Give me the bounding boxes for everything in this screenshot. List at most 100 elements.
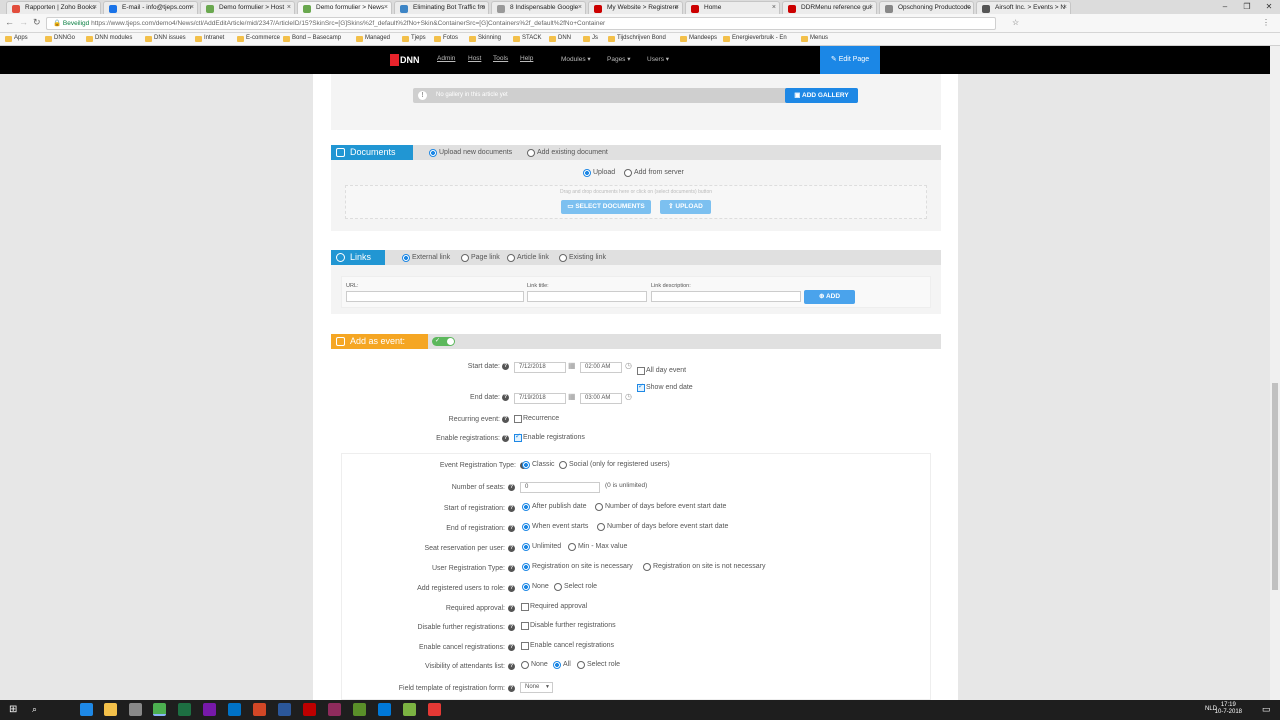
browser-tab[interactable]: Home ×	[685, 1, 780, 14]
bookmark-item[interactable]: Tijdschrijven Bond	[608, 35, 666, 42]
onenote-icon[interactable]	[203, 703, 216, 716]
disable-registrations-checkbox[interactable]: Disable further registrations	[521, 622, 616, 630]
help-icon[interactable]: ?	[508, 545, 515, 552]
powerpoint-icon[interactable]	[253, 703, 266, 716]
show-end-date-checkbox[interactable]: Show end date	[637, 383, 693, 392]
radio-role-none[interactable]: None	[522, 583, 549, 591]
nav-help[interactable]: Help	[520, 55, 533, 62]
field-template-select[interactable]: None ▼	[520, 682, 553, 693]
help-icon[interactable]: ?	[502, 416, 509, 423]
dnn-logo[interactable]: DNN	[390, 53, 424, 67]
menu-pages[interactable]: Pages ▾	[607, 55, 631, 63]
close-tab-icon[interactable]: ×	[675, 4, 679, 11]
radio-from-server[interactable]: Add from server	[624, 169, 684, 177]
close-tab-icon[interactable]: ×	[481, 4, 485, 11]
help-icon[interactable]: ?	[508, 484, 515, 491]
help-icon[interactable]: ?	[502, 435, 509, 442]
back-icon[interactable]: ←	[5, 17, 14, 27]
start-date-input[interactable]: 7/12/2018	[514, 362, 566, 373]
browser-tab[interactable]: Eliminating Bot Traffic fro ×	[394, 1, 489, 14]
close-tab-icon[interactable]: ×	[966, 4, 970, 11]
minimize-icon[interactable]: –	[1214, 0, 1236, 14]
help-icon[interactable]: ?	[508, 565, 515, 572]
enable-registrations-checkbox[interactable]: Enable registrations	[514, 433, 585, 442]
bookmark-item[interactable]: Apps	[5, 35, 28, 42]
close-tab-icon[interactable]: ×	[93, 4, 97, 11]
bookmark-item[interactable]: Skinning	[469, 35, 501, 42]
event-toggle[interactable]: ✓	[432, 337, 455, 346]
help-icon[interactable]: ?	[508, 624, 515, 631]
system-clock[interactable]: 17:19 10-7-2018	[1215, 702, 1242, 716]
browser-tab[interactable]: Demo formulier > News ×	[297, 1, 392, 14]
close-tab-icon[interactable]: ×	[869, 4, 873, 11]
nav-tools[interactable]: Tools	[493, 55, 508, 62]
help-icon[interactable]: ?	[508, 505, 515, 512]
cancel-registrations-checkbox[interactable]: Enable cancel registrations	[521, 642, 614, 650]
bookmark-item[interactable]: DNN modules	[86, 35, 132, 42]
url-input[interactable]	[346, 291, 524, 302]
radio-visibility-all[interactable]: All	[553, 661, 571, 669]
radio-classic[interactable]: Classic	[522, 461, 555, 469]
browser-tab[interactable]: Airsoft Inc. > Events > N ×	[976, 1, 1071, 14]
edit-page-button[interactable]: ✎ Edit Page	[820, 46, 880, 74]
help-icon[interactable]: ?	[508, 585, 515, 592]
vscode-icon[interactable]	[378, 703, 391, 716]
bookmark-item[interactable]: Fotos	[434, 35, 458, 42]
close-tab-icon[interactable]: ×	[578, 4, 582, 11]
select-documents-button[interactable]: ▭ SELECT DOCUMENTS	[561, 200, 651, 214]
chrome-icon[interactable]	[153, 703, 166, 716]
required-approval-checkbox[interactable]: Required approval	[521, 603, 587, 611]
seats-input[interactable]: 0	[520, 482, 600, 493]
bookmark-item[interactable]: STACK	[513, 35, 542, 42]
close-tab-icon[interactable]: ×	[772, 4, 776, 11]
store-icon[interactable]	[129, 703, 142, 716]
browser-tab[interactable]: DDRMenu reference gui ×	[782, 1, 877, 14]
menu-icon[interactable]: ⋮	[1262, 18, 1270, 27]
recorder-icon[interactable]	[428, 703, 441, 716]
word-icon[interactable]	[278, 703, 291, 716]
calendar-picker-icon[interactable]: ▦	[568, 361, 576, 370]
radio-existing-link[interactable]: Existing link	[559, 254, 606, 262]
end-date-input[interactable]: 7/19/2018	[514, 393, 566, 404]
search-icon[interactable]: ⌕	[32, 704, 37, 715]
bookmark-item[interactable]: Menus	[801, 35, 828, 42]
add-gallery-button[interactable]: ▣ ADD GALLERY	[785, 88, 858, 103]
bookmark-item[interactable]: Js	[583, 35, 598, 42]
maximize-icon[interactable]: ❐	[1236, 0, 1258, 14]
clock-icon[interactable]: ◷	[625, 392, 632, 401]
radio-start-days-before[interactable]: Number of days before event start date	[595, 503, 726, 511]
browser-tab[interactable]: Opschoning Productcode ×	[879, 1, 974, 14]
add-link-button[interactable]: ⊕ ADD	[804, 290, 855, 304]
bookmark-item[interactable]: Managed	[356, 35, 390, 42]
help-icon[interactable]: ?	[502, 394, 509, 401]
bookmark-item[interactable]: Tjeps	[402, 35, 426, 42]
link-title-input[interactable]	[527, 291, 647, 302]
address-bar[interactable]: 🔒 Beveiligd https://www.tjeps.com/demo4/…	[46, 17, 996, 30]
forward-icon[interactable]: →	[19, 17, 28, 27]
radio-unlimited[interactable]: Unlimited	[522, 543, 561, 551]
bookmark-item[interactable]: Intranet	[195, 35, 224, 42]
help-icon[interactable]: ?	[508, 663, 515, 670]
start-time-input[interactable]: 02:00 AM	[580, 362, 622, 373]
bookmark-item[interactable]: DNN issues	[145, 35, 186, 42]
link-description-input[interactable]	[651, 291, 801, 302]
radio-when-event-starts[interactable]: When event starts	[522, 523, 588, 531]
bookmark-item[interactable]: Bond – Basecamp	[283, 35, 341, 42]
radio-upload-new[interactable]: Upload new documents	[429, 149, 512, 157]
recurrence-checkbox[interactable]: Recurrence	[514, 415, 559, 423]
help-icon[interactable]: ?	[508, 525, 515, 532]
radio-min-max[interactable]: Min - Max value	[568, 543, 627, 551]
clock-icon[interactable]: ◷	[625, 361, 632, 370]
menu-modules[interactable]: Modules ▾	[561, 55, 591, 63]
browser-tab[interactable]: 8 Indispensable Google ×	[491, 1, 586, 14]
help-icon[interactable]: ?	[508, 685, 515, 692]
radio-registration-not-necessary[interactable]: Registration on site is not necessary	[643, 563, 765, 571]
edge-icon[interactable]	[80, 703, 93, 716]
radio-social[interactable]: Social (only for registered users)	[559, 461, 670, 469]
editor-icon[interactable]	[353, 703, 366, 716]
radio-after-publish[interactable]: After publish date	[522, 503, 586, 511]
close-tab-icon[interactable]: ×	[384, 4, 388, 11]
radio-visibility-role[interactable]: Select role	[577, 661, 620, 669]
close-tab-icon[interactable]: ×	[190, 4, 194, 11]
explorer-icon[interactable]	[104, 703, 117, 716]
